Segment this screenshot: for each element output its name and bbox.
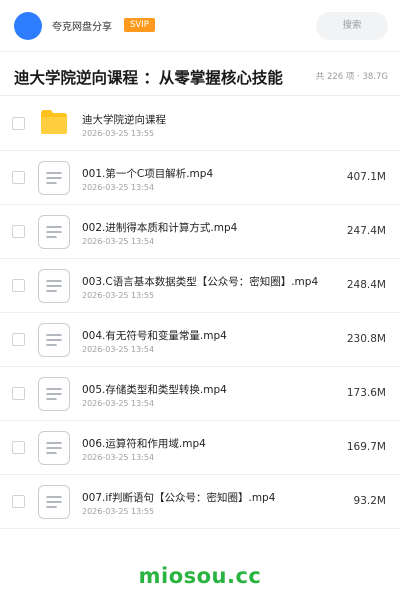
checkbox[interactable] [12, 387, 25, 400]
item-name[interactable]: 007.if判断语句【公众号：密知圈】.mp4 [82, 490, 275, 505]
list-item[interactable]: 迪大学院逆向课程 2026-03-25 13:55 [0, 97, 400, 151]
item-date: 2026-03-25 13:55 [82, 291, 155, 300]
item-date: 2026-03-25 13:54 [82, 399, 155, 408]
title-bar: 迪大学院逆向课程 ：从零掌握核心技能 共 226 项 · 38.7G [0, 52, 400, 96]
svip-badge: SVIP [124, 18, 155, 32]
item-name[interactable]: 005.存储类型和类型转换.mp4 [82, 382, 227, 397]
list-item[interactable]: 005.存储类型和类型转换.mp4 2026-03-25 13:54 173.6… [0, 367, 400, 421]
list-item[interactable]: 004.有无符号和变量常量.mp4 2026-03-25 13:54 230.8… [0, 313, 400, 367]
item-date: 2026-03-25 13:54 [82, 345, 155, 354]
item-date: 2026-03-25 13:54 [82, 453, 155, 462]
item-size: 169.7M [346, 441, 386, 453]
list-item[interactable]: 007.if判断语句【公众号：密知圈】.mp4 2026-03-25 13:55… [0, 475, 400, 529]
item-size: 230.8M [346, 333, 386, 345]
checkbox[interactable] [12, 279, 25, 292]
item-size: 247.4M [346, 225, 386, 237]
item-name[interactable]: 004.有无符号和变量常量.mp4 [82, 328, 227, 343]
list-item[interactable]: 001.第一个C项目解析.mp4 2026-03-25 13:54 407.1M [0, 151, 400, 205]
checkbox[interactable] [12, 441, 25, 454]
item-name[interactable]: 迪大学院逆向课程 [82, 112, 166, 127]
item-size: 407.1M [346, 171, 386, 183]
item-size: 248.4M [346, 279, 386, 291]
search-input[interactable]: 搜索 [316, 12, 388, 40]
item-name[interactable]: 001.第一个C项目解析.mp4 [82, 166, 213, 181]
folder-icon [40, 109, 68, 135]
checkbox[interactable] [12, 333, 25, 346]
item-size: 173.6M [346, 387, 386, 399]
checkbox[interactable] [12, 171, 25, 184]
checkbox[interactable] [12, 495, 25, 508]
item-name[interactable]: 006.运算符和作用域.mp4 [82, 436, 206, 451]
item-size: 93.2M [353, 495, 386, 507]
document-icon [38, 485, 70, 519]
checkbox[interactable] [12, 117, 25, 130]
document-icon [38, 431, 70, 465]
item-date: 2026-03-25 13:54 [82, 237, 155, 246]
watermark: miosou.cc [138, 564, 262, 588]
item-date: 2026-03-25 13:54 [82, 183, 155, 192]
document-icon [38, 377, 70, 411]
file-list: 迪大学院逆向课程 2026-03-25 13:55 001.第一个C项目解析.m… [0, 97, 400, 529]
item-name[interactable]: 003.C语言基本数据类型【公众号：密知圈】.mp4 [82, 274, 318, 289]
page-title: 迪大学院逆向课程 ：从零掌握核心技能 [14, 69, 283, 87]
avatar[interactable] [14, 12, 42, 40]
list-item[interactable]: 006.运算符和作用域.mp4 2026-03-25 13:54 169.7M [0, 421, 400, 475]
item-count: 共 226 项 · 38.7G [315, 72, 388, 82]
list-item[interactable]: 002.进制得本质和计算方式.mp4 2026-03-25 13:54 247.… [0, 205, 400, 259]
checkbox[interactable] [12, 225, 25, 238]
document-icon [38, 323, 70, 357]
item-date: 2026-03-25 13:55 [82, 507, 155, 516]
brand-name: 夸克网盘分享 [52, 22, 112, 33]
item-name[interactable]: 002.进制得本质和计算方式.mp4 [82, 220, 237, 235]
document-icon [38, 269, 70, 303]
item-date: 2026-03-25 13:55 [82, 129, 155, 138]
header-bar: 夸克网盘分享 SVIP 搜索 [0, 0, 400, 52]
list-item[interactable]: 003.C语言基本数据类型【公众号：密知圈】.mp4 2026-03-25 13… [0, 259, 400, 313]
document-icon [38, 161, 70, 195]
document-icon [38, 215, 70, 249]
